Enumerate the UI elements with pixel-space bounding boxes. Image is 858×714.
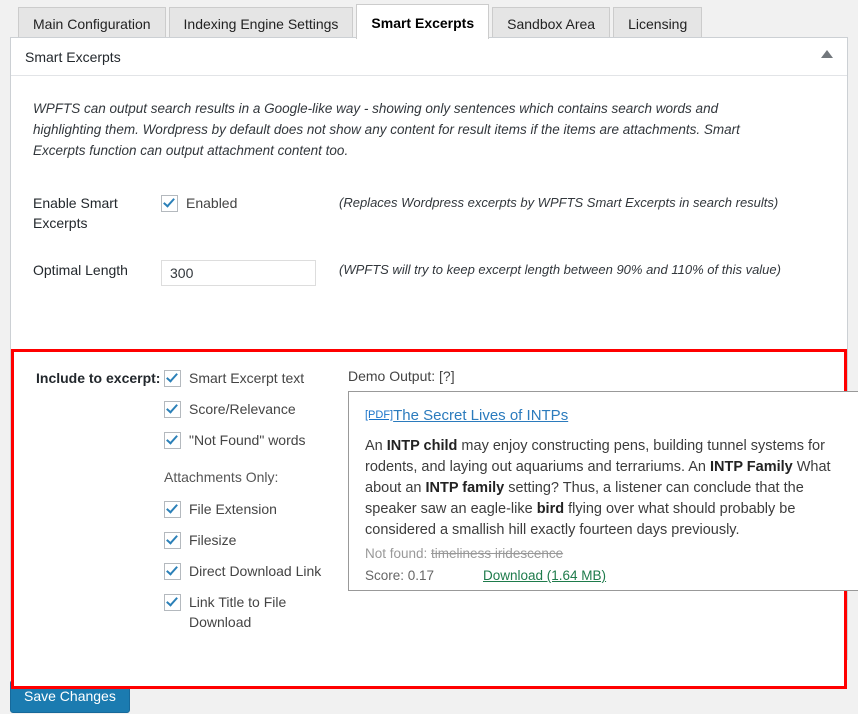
checkbox-label-link-title-to-file-download: Link Title to File Download: [189, 594, 287, 630]
optimal-length-row: Optimal Length (WPFTS will try to keep e…: [11, 260, 847, 286]
checkbox-row-link-title-to-file-download[interactable]: Link Title to File Download: [164, 592, 344, 632]
triangle-up-icon[interactable]: [821, 50, 833, 58]
checkbox-smart-excerpt-text[interactable]: [164, 370, 181, 387]
enabled-checkbox-row[interactable]: Enabled: [161, 193, 336, 213]
demo-excerpt-fragment: An: [365, 438, 387, 454]
optimal-length-hint: (WPFTS will try to keep excerpt length b…: [339, 262, 781, 277]
demo-score-line: Score: 0.17 Download (1.64 MB): [365, 566, 843, 586]
demo-output-caption-text: Demo Output:: [348, 368, 440, 384]
demo-not-found-line: Not found: timeliness iridescence: [365, 544, 843, 564]
tab-licensing[interactable]: Licensing: [613, 7, 703, 39]
smart-excerpts-panel: Smart Excerpts WPFTS can output search r…: [10, 37, 858, 689]
demo-excerpt-text: An INTP child may enjoy constructing pen…: [365, 436, 843, 541]
checkbox-label-not-found-words: "Not Found" words: [189, 432, 306, 448]
enable-smart-excerpts-hint: (Replaces Wordpress excerpts by WPFTS Sm…: [339, 195, 779, 210]
enable-smart-excerpts-row: Enable Smart Excerpts Enabled (Replaces …: [11, 193, 847, 233]
checkbox-row-direct-download-link[interactable]: Direct Download Link: [164, 561, 344, 581]
demo-excerpt-highlight: bird: [536, 501, 565, 517]
demo-output-caption: Demo Output: [?]: [348, 368, 858, 384]
checkbox-label-file-extension: File Extension: [189, 501, 277, 517]
checkbox-row-not-found-words[interactable]: "Not Found" words: [164, 430, 344, 450]
checkbox-direct-download-link[interactable]: [164, 563, 181, 580]
demo-excerpt-highlight: INTP child: [386, 438, 458, 454]
demo-not-found-label: Not found:: [365, 546, 432, 561]
demo-output-box: [PDF]The Secret Lives of INTPs An INTP c…: [348, 391, 858, 591]
tab-smart-excerpts[interactable]: Smart Excerpts: [356, 4, 490, 39]
tab-sandbox-area[interactable]: Sandbox Area: [492, 7, 611, 39]
tab-bar: Main Configuration Indexing Engine Setti…: [0, 0, 858, 39]
demo-download-link[interactable]: Download (1.64 MB): [483, 566, 606, 586]
optimal-length-label: Optimal Length: [33, 262, 128, 278]
include-to-excerpt-row: Include to excerpt: Smart Excerpt text S…: [14, 352, 858, 643]
demo-excerpt-highlight: INTP family: [425, 480, 505, 496]
optimal-length-field: [161, 260, 336, 286]
demo-excerpt-highlight: INTP Family: [709, 459, 793, 475]
checkbox-label-filesize: Filesize: [189, 532, 237, 548]
tab-main-configuration[interactable]: Main Configuration: [18, 7, 166, 39]
include-to-excerpt-label: Include to excerpt:: [36, 370, 161, 386]
checkbox-label-smart-excerpt-text: Smart Excerpt text: [189, 370, 305, 386]
checkbox-file-extension[interactable]: [164, 501, 181, 518]
checkbox-row-file-extension[interactable]: File Extension: [164, 499, 344, 519]
enabled-checkbox[interactable]: [161, 195, 178, 212]
demo-pdf-tag-link[interactable]: [PDF]: [365, 409, 393, 421]
attachments-only-heading: Attachments Only:: [164, 469, 279, 485]
optimal-length-input[interactable]: [161, 260, 316, 286]
enable-smart-excerpts-field: Enabled: [161, 193, 336, 213]
panel-body: WPFTS can output search results in a Goo…: [11, 76, 858, 689]
checkbox-filesize[interactable]: [164, 532, 181, 549]
demo-result-title-link[interactable]: The Secret Lives of INTPs: [393, 407, 568, 424]
checkbox-score-relevance[interactable]: [164, 401, 181, 418]
enable-smart-excerpts-label: Enable Smart Excerpts: [33, 195, 118, 231]
demo-result-title-line: [PDF]The Secret Lives of INTPs: [365, 406, 843, 425]
include-to-excerpt-highlight: Include to excerpt: Smart Excerpt text S…: [11, 349, 858, 689]
tab-indexing-engine-settings[interactable]: Indexing Engine Settings: [168, 7, 354, 39]
settings-screen: Main Configuration Indexing Engine Setti…: [0, 0, 858, 714]
demo-output-help-icon[interactable]: [?]: [439, 368, 455, 384]
panel-header[interactable]: Smart Excerpts: [11, 38, 847, 76]
panel-title: Smart Excerpts: [25, 48, 121, 65]
checkbox-label-score-relevance: Score/Relevance: [189, 401, 296, 417]
checkbox-link-title-to-file-download[interactable]: [164, 594, 181, 611]
checkbox-row-score-relevance[interactable]: Score/Relevance: [164, 399, 344, 419]
intro-description: WPFTS can output search results in a Goo…: [33, 101, 740, 158]
demo-score-label: Score: 0.17: [365, 568, 435, 583]
checkbox-label-direct-download-link: Direct Download Link: [189, 563, 322, 579]
demo-not-found-words: timeliness iridescence: [431, 546, 564, 561]
checkbox-row-filesize[interactable]: Filesize: [164, 530, 344, 550]
checkbox-not-found-words[interactable]: [164, 432, 181, 449]
include-options-group: Smart Excerpt text Score/Relevance "Not …: [164, 368, 344, 643]
checkbox-row-smart-excerpt-text[interactable]: Smart Excerpt text: [164, 368, 344, 388]
demo-output-column: Demo Output: [?] [PDF]The Secret Lives o…: [344, 368, 858, 643]
enabled-checkbox-label: Enabled: [186, 195, 238, 211]
